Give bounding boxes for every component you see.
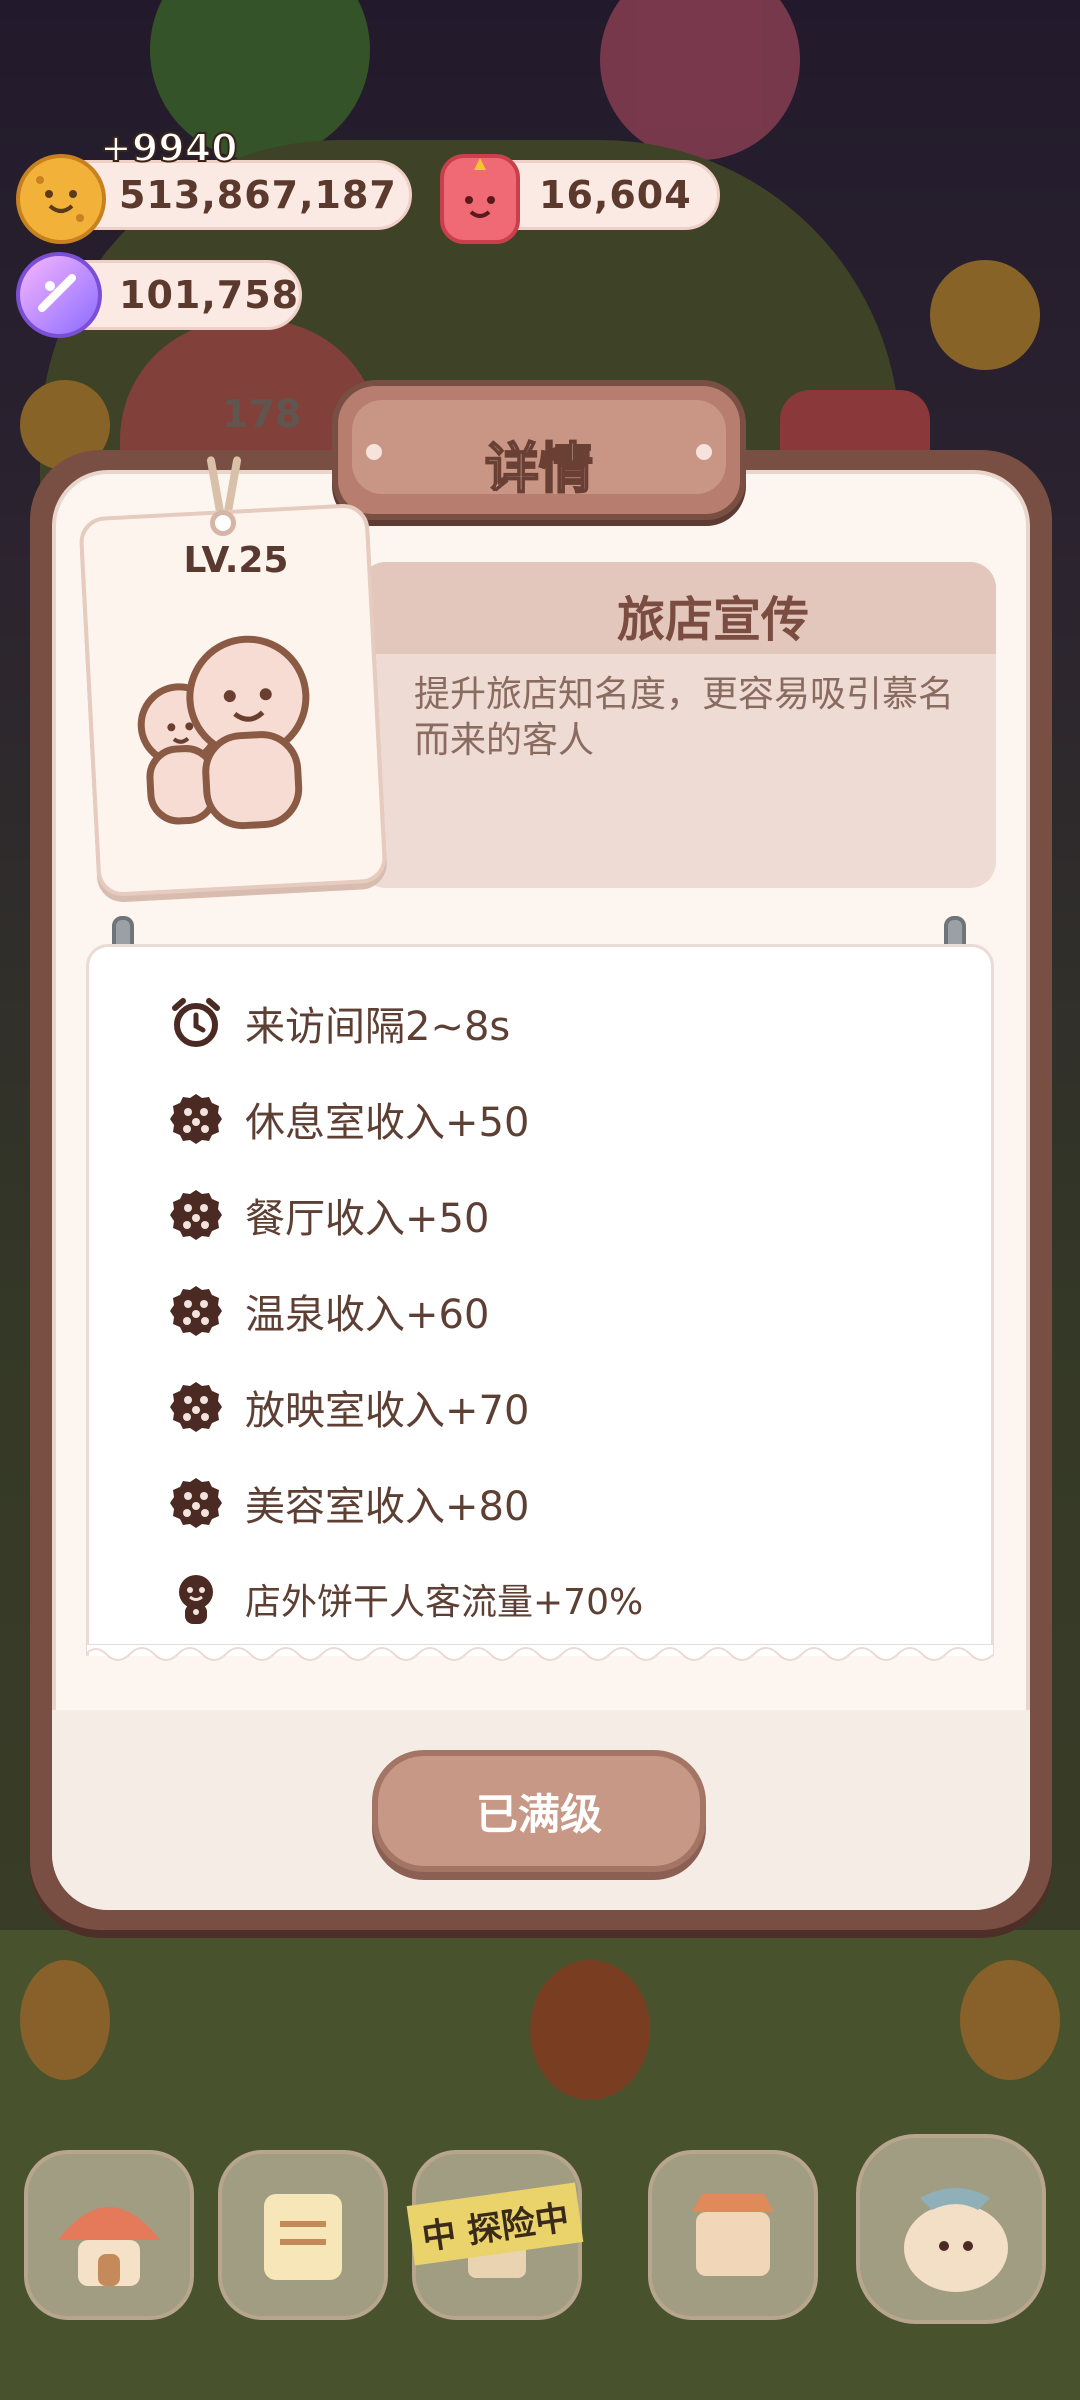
cookie-gain-popup: +9940 [99, 125, 239, 171]
gingerbread-person-icon [169, 1572, 223, 1626]
effect-row: 店外饼干人客流量+70% [169, 1569, 643, 1629]
mushroom-house-icon [58, 2207, 160, 2286]
shop-icon [692, 2194, 774, 2276]
jelly-value: 16,604 [539, 173, 692, 217]
max-level-button[interactable]: 已满级 [372, 1750, 706, 1872]
effect-text: 来访间隔2~8s [245, 1004, 511, 1050]
crystal-candy-icon [16, 252, 102, 338]
effect-row: 美容室收入+80 [169, 1473, 529, 1533]
effect-row: 温泉收入+60 [169, 1281, 489, 1341]
nav-home-button[interactable] [24, 2150, 194, 2320]
effect-text: 店外饼干人客流量+70% [245, 1582, 644, 1623]
modal-title-plaque: 详情 [332, 380, 746, 520]
skill-name: 旅店宣传 [616, 592, 809, 648]
cookie-counter[interactable]: 513,867,187 [52, 160, 412, 230]
effect-text: 休息室收入+50 [245, 1100, 530, 1146]
crystal-value: 101,758 [119, 273, 300, 317]
alarm-clock-icon [169, 996, 223, 1050]
cookie-coin-icon [16, 154, 106, 244]
skill-info-card: 旅店宣传 提升旅店知名度，更容易吸引慕名而来的客人 [360, 562, 996, 888]
modal-title: 详情 [484, 436, 594, 501]
max-level-button-label: 已满级 [475, 1789, 602, 1839]
nav-fishing-button[interactable] [856, 2134, 1046, 2324]
effect-row: 餐厅收入+50 [169, 1185, 489, 1245]
effect-text: 美容室收入+80 [245, 1484, 530, 1530]
effect-row: 来访间隔2~8s [169, 993, 510, 1053]
effects-list: 来访间隔2~8s 休息室收入+50 餐厅收入+50 温泉收入+60 放映室收入+… [86, 944, 994, 1656]
effect-text: 放映室收入+70 [245, 1388, 530, 1434]
nav-task-button[interactable] [218, 2150, 388, 2320]
effect-text: 温泉收入+60 [245, 1292, 490, 1338]
tag-hole [210, 510, 236, 536]
list-wavy-edge [86, 1644, 994, 1661]
effect-row: 放映室收入+70 [169, 1377, 529, 1437]
effect-text: 餐厅收入+50 [245, 1196, 490, 1242]
cookie-icon [169, 1284, 223, 1338]
fishing-character-icon [904, 2188, 1008, 2292]
strawberry-jelly-icon [440, 154, 520, 244]
skill-description: 提升旅店知名度，更容易吸引慕名而来的客人 [414, 674, 955, 761]
effect-row: 休息室收入+50 [169, 1089, 529, 1149]
cookie-value: 513,867,187 [119, 173, 397, 217]
cookie-icon [169, 1092, 223, 1146]
nav-shop-button[interactable] [648, 2150, 818, 2320]
notepad-icon [264, 2194, 342, 2280]
cookie-icon [169, 1380, 223, 1434]
cookie-icon [169, 1188, 223, 1242]
level-label: LV.25 [183, 540, 289, 581]
cookie-icon [169, 1476, 223, 1530]
